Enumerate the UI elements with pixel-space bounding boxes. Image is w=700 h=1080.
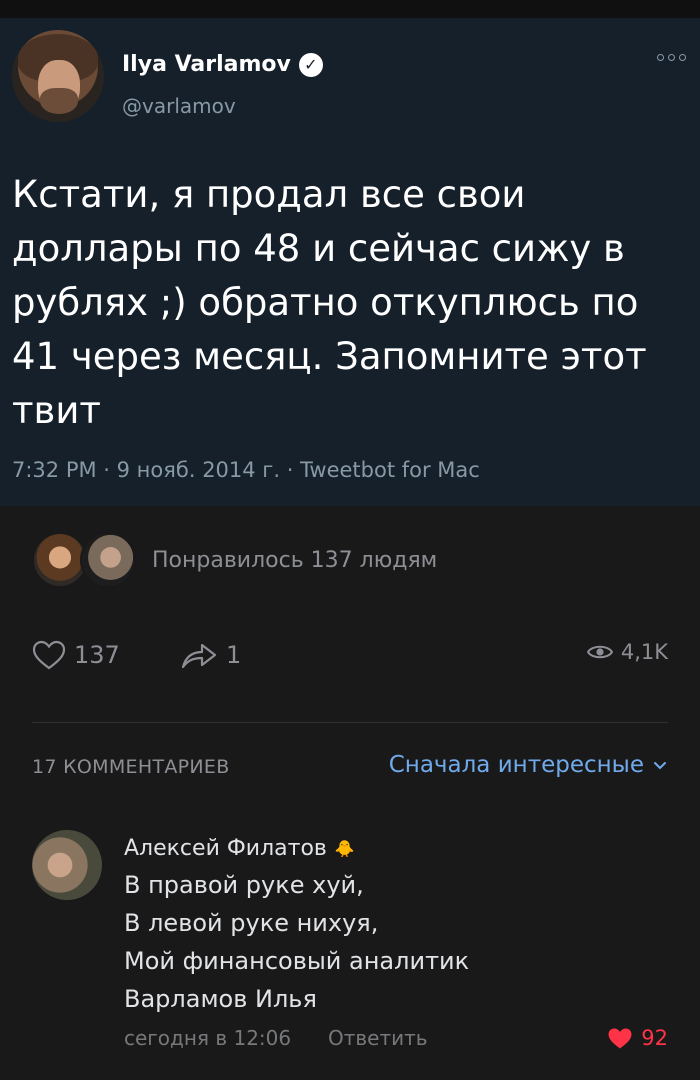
chick-badge-icon: 🐥 [334,838,355,858]
comment-author-avatar[interactable] [32,830,102,900]
tweet-author-name[interactable]: Ilya Varlamov [122,52,291,77]
tweet-text-line: Кстати, я продал все свои [12,173,526,216]
comment-like-count: 92 [641,1026,668,1050]
views-count: 4,1K [620,640,668,664]
liked-by-row[interactable]: Понравилось 137 людям [32,532,437,588]
avatar-beard [40,88,78,114]
tweet-text-line: твит [12,389,101,432]
liker-avatar[interactable] [80,532,136,588]
comment-text-line: В правой руке хуй, [124,871,364,899]
share-button[interactable]: 1 [180,640,241,670]
like-count: 137 [74,641,120,669]
comments-count: 17 КОММЕНТАРИЕВ [32,756,230,778]
verified-check-icon: ✓ [298,52,323,77]
post-actions: 137 1 4,1K [32,640,668,696]
tweet-author-name-row[interactable]: Ilya Varlamov ✓ [122,52,323,77]
reply-button[interactable]: Ответить [328,1026,428,1050]
tweet-text-line: рублях ;) обратно откуплюсь по [12,281,639,324]
share-arrow-icon [181,643,217,669]
comment-text-line: Варламов Илья [124,985,317,1013]
comment-timestamp[interactable]: сегодня в 12:06 [124,1026,291,1050]
comments-header: 17 КОММЕНТАРИЕВ Сначала интересные [32,752,668,786]
comment-body: Алексей Филатов 🐥 В правой руке хуй, В л… [124,830,469,1018]
embedded-tweet[interactable]: Ilya Varlamov ✓ @varlamov Кстати, я прод… [0,18,700,506]
comment-author-name[interactable]: Алексей Филатов [124,836,327,861]
comment-text-line: Мой финансовый аналитик [124,947,470,975]
comment-item: Алексей Филатов 🐥 В правой руке хуй, В л… [32,830,668,1070]
eye-icon [586,645,613,659]
like-button[interactable]: 137 [32,640,120,670]
tweet-text-line: доллары по 48 и сейчас сижу в [12,227,625,270]
tweet-author-handle[interactable]: @varlamov [122,94,236,118]
tweet-text: Кстати, я продал все свои доллары по 48 … [12,168,672,438]
comment-text-line: В левой руке нихуя, [124,909,379,937]
comment-author-row[interactable]: Алексей Филатов 🐥 [124,830,469,866]
heart-filled-icon [608,1028,632,1048]
tweet-author-avatar[interactable] [12,30,104,122]
views-counter: 4,1K [586,640,668,664]
sort-label: Сначала интересные [388,752,644,778]
more-options-icon[interactable] [657,54,686,61]
comment-like-button[interactable]: 92 [607,1026,668,1050]
share-count: 1 [226,641,242,669]
liked-by-text[interactable]: Понравилось 137 людям [152,548,437,573]
tweet-meta: 7:32 PM · 9 нояб. 2014 г. · Tweetbot for… [12,458,480,482]
chevron-down-icon [654,762,666,770]
tweet-text-line: 41 через месяц. Запомните этот [12,335,647,378]
heart-outline-icon [32,640,66,670]
divider [32,722,668,723]
top-strip [0,0,700,18]
sort-dropdown[interactable]: Сначала интересные [389,752,668,778]
